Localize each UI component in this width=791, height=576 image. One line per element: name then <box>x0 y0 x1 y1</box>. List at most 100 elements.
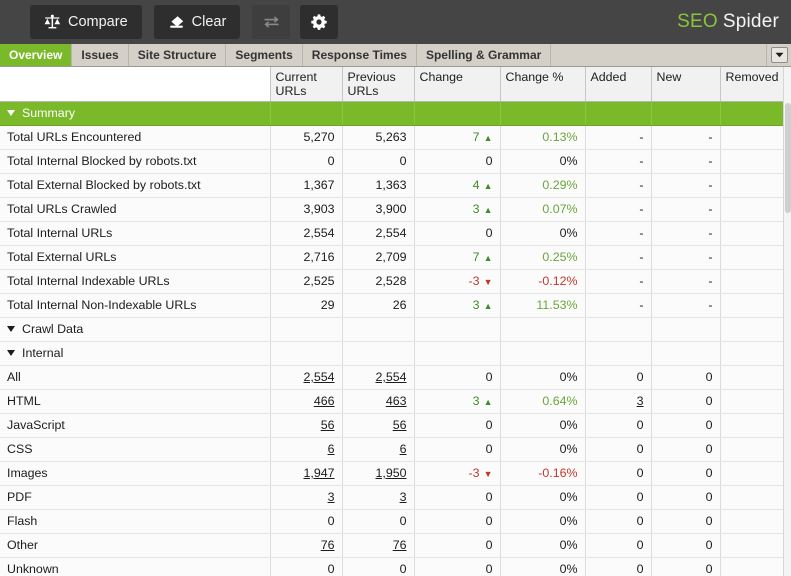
table-row[interactable]: Images 1,947 1,950 -3 ▼ -0.16% 0 0 <box>0 461 784 486</box>
row-label-cell-total-internal-non-indexable-urls[interactable]: Total Internal Non-Indexable URLs <box>0 293 271 318</box>
cell-removed[interactable] <box>720 317 784 342</box>
cell-removed[interactable] <box>720 461 784 486</box>
cell-removed[interactable] <box>720 533 784 558</box>
cell-new[interactable]: - <box>651 269 721 294</box>
row-label-cell-total-internal-blocked-by-robots-txt[interactable]: Total Internal Blocked by robots.txt <box>0 149 271 174</box>
cell-current-urls[interactable]: 2,716 <box>270 245 343 270</box>
cell-current-urls[interactable]: 2,525 <box>270 269 343 294</box>
cell-added[interactable]: - <box>585 125 652 150</box>
cell-previous-urls[interactable] <box>342 317 415 342</box>
row-label-cell-html[interactable]: HTML <box>0 389 271 414</box>
cell-current-urls[interactable]: 2,554 <box>270 365 343 390</box>
tab-overview[interactable]: Overview <box>0 44 73 66</box>
cell-change[interactable]: 7 ▲ <box>414 245 501 270</box>
cell-added[interactable]: 0 <box>585 437 652 462</box>
tab-overflow-button[interactable] <box>767 44 791 66</box>
cell-change[interactable] <box>414 317 501 342</box>
cell-current-urls[interactable]: 2,554 <box>270 221 343 246</box>
cell-change[interactable]: 0 <box>414 437 501 462</box>
cell-new[interactable]: 0 <box>651 365 721 390</box>
table-row[interactable]: Internal <box>0 341 784 366</box>
triangle-down-icon[interactable] <box>7 349 15 356</box>
cell-change[interactable]: 7 ▲ <box>414 125 501 150</box>
cell-current-urls[interactable] <box>270 341 343 366</box>
cell-change-percent[interactable]: 0% <box>500 413 586 438</box>
cell-current-urls[interactable]: 29 <box>270 293 343 318</box>
cell-change[interactable]: 0 <box>414 485 501 510</box>
column-header-change[interactable]: Change <box>414 67 501 102</box>
cell-added[interactable]: - <box>585 173 652 198</box>
cell-removed[interactable] <box>720 293 784 318</box>
table-row[interactable]: Crawl Data <box>0 317 784 342</box>
cell-change[interactable]: 0 <box>414 533 501 558</box>
cell-added[interactable] <box>585 101 652 126</box>
cell-change[interactable]: -3 ▼ <box>414 461 501 486</box>
cell-previous-urls[interactable] <box>342 101 415 126</box>
cell-removed[interactable] <box>720 125 784 150</box>
cell-previous-urls[interactable]: 463 <box>342 389 415 414</box>
cell-change[interactable]: 0 <box>414 365 501 390</box>
table-row[interactable]: Other 76 76 0 0% 0 0 <box>0 533 784 558</box>
row-label-cell-internal[interactable]: Internal <box>0 341 271 366</box>
cell-added[interactable]: - <box>585 221 652 246</box>
cell-change-percent[interactable]: 11.53% <box>500 293 586 318</box>
cell-change-percent[interactable]: 0% <box>500 365 586 390</box>
cell-change-percent[interactable]: 0% <box>500 149 586 174</box>
row-label-cell-total-urls-crawled[interactable]: Total URLs Crawled <box>0 197 271 222</box>
cell-change-percent[interactable] <box>500 341 586 366</box>
cell-current-urls[interactable]: 466 <box>270 389 343 414</box>
cell-current-urls[interactable]: 5,270 <box>270 125 343 150</box>
settings-button[interactable] <box>300 5 339 39</box>
table-row[interactable]: Total Internal Indexable URLs 2,525 2,528-… <box>0 269 784 294</box>
cell-change[interactable]: 0 <box>414 557 501 576</box>
row-label-cell-css[interactable]: CSS <box>0 437 271 462</box>
cell-removed[interactable] <box>720 101 784 126</box>
row-label-cell-javascript[interactable]: JavaScript <box>0 413 271 438</box>
cell-new[interactable]: 0 <box>651 509 721 534</box>
cell-new[interactable]: 0 <box>651 437 721 462</box>
row-label-cell-crawl-data[interactable]: Crawl Data <box>0 317 271 342</box>
cell-removed[interactable] <box>720 413 784 438</box>
cell-removed[interactable] <box>720 365 784 390</box>
cell-current-urls[interactable]: 0 <box>270 557 343 576</box>
column-header-current-urls[interactable]: Current URLs <box>270 67 343 102</box>
cell-change-percent[interactable] <box>500 317 586 342</box>
table-row[interactable]: All 2,554 2,554 0 0% 0 0 <box>0 365 784 390</box>
cell-previous-urls[interactable]: 3 <box>342 485 415 510</box>
triangle-down-icon[interactable] <box>7 325 15 332</box>
cell-new[interactable]: 0 <box>651 533 721 558</box>
cell-change-percent[interactable]: 0% <box>500 485 586 510</box>
cell-change-percent[interactable]: 0.13% <box>500 125 586 150</box>
cell-previous-urls[interactable]: 0 <box>342 509 415 534</box>
cell-removed[interactable] <box>720 509 784 534</box>
table-row[interactable]: Total URLs Encountered 5,270 5,263 7 ▲ 0.13% -… <box>0 125 784 150</box>
row-label-cell-flash[interactable]: Flash <box>0 509 271 534</box>
cell-new[interactable]: - <box>651 293 721 318</box>
column-header-added[interactable]: Added <box>585 67 652 102</box>
table-row[interactable]: Total External Blocked by robots.txt 1,36… <box>0 173 784 198</box>
cell-current-urls[interactable]: 1,367 <box>270 173 343 198</box>
table-row[interactable]: Total Internal URLs 2,554 2,554 0 0% - - <box>0 221 784 246</box>
vertical-scrollbar[interactable] <box>783 67 791 576</box>
cell-change[interactable]: 0 <box>414 413 501 438</box>
cell-added[interactable] <box>585 317 652 342</box>
cell-removed[interactable] <box>720 437 784 462</box>
cell-previous-urls[interactable]: 2,528 <box>342 269 415 294</box>
table-row[interactable]: Total URLs Crawled 3,903 3,900 3 ▲ 0.07% - - <box>0 197 784 222</box>
cell-previous-urls[interactable]: 2,709 <box>342 245 415 270</box>
cell-current-urls[interactable]: 0 <box>270 509 343 534</box>
cell-new[interactable]: 0 <box>651 389 721 414</box>
cell-removed[interactable] <box>720 341 784 366</box>
row-label-cell-total-internal-urls[interactable]: Total Internal URLs <box>0 221 271 246</box>
cell-previous-urls[interactable]: 5,263 <box>342 125 415 150</box>
tab-site-structure[interactable]: Site Structure <box>128 44 227 66</box>
table-row[interactable]: Unknown 0 0 0 0% 0 0 <box>0 557 784 576</box>
cell-current-urls[interactable] <box>270 101 343 126</box>
cell-change[interactable]: 4 ▲ <box>414 173 501 198</box>
table-row[interactable]: HTML 466 463 3 ▲ 0.64% 3 0 <box>0 389 784 414</box>
cell-change[interactable] <box>414 341 501 366</box>
cell-previous-urls[interactable]: 2,554 <box>342 365 415 390</box>
row-label-cell-pdf[interactable]: PDF <box>0 485 271 510</box>
cell-previous-urls[interactable] <box>342 341 415 366</box>
cell-current-urls[interactable]: 1,947 <box>270 461 343 486</box>
